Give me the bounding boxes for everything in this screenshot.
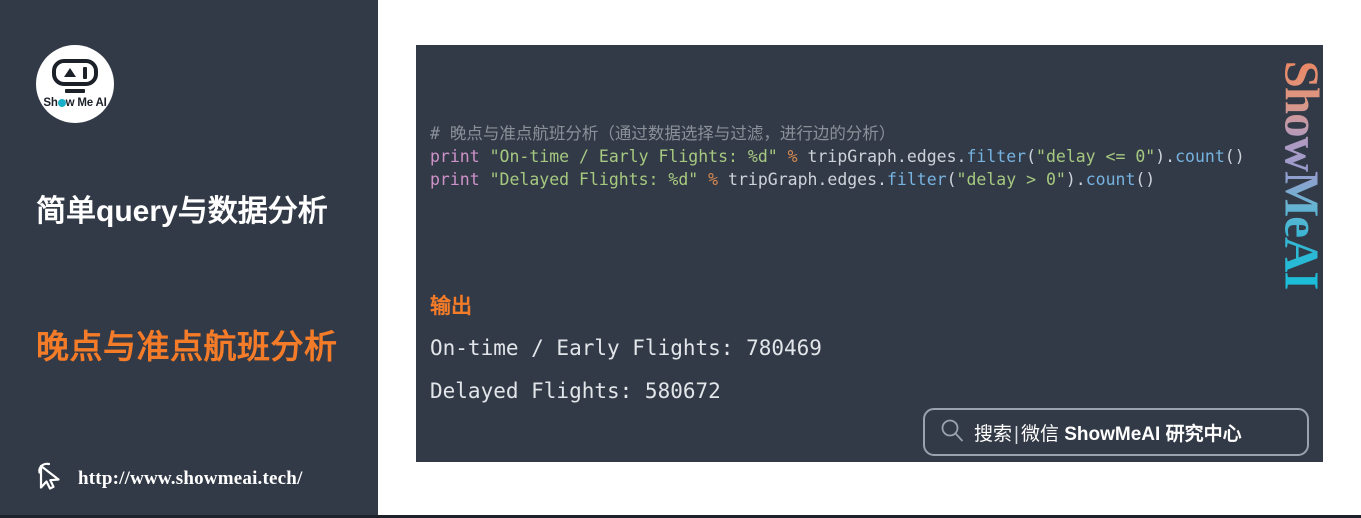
code-object-1: tripGraph.edges. — [797, 146, 967, 166]
search-channel: 微信 — [1020, 423, 1059, 445]
sidebar-panel: Sh w Me AI 简单query与数据分析 晚点与准点航班分析 http://… — [0, 0, 378, 515]
code-paren-open-1: ( — [1026, 146, 1037, 166]
code-fn-count-1: count — [1175, 146, 1225, 166]
logo-brand-text-before: Sh — [43, 97, 58, 109]
slide-canvas: Sh w Me AI 简单query与数据分析 晚点与准点航班分析 http://… — [0, 0, 1361, 518]
logo-circle: Sh w Me AI — [36, 45, 114, 123]
brand-watermark: ShowMeAI — [1279, 45, 1323, 305]
code-comment-line: # 晚点与准点航班分析（通过数据选择与过滤，进行边的分析） — [430, 123, 896, 143]
code-keyword-print-2: print — [430, 169, 480, 189]
code-fn-filter-1: filter — [966, 146, 1027, 166]
code-paren-close-1: ). — [1155, 146, 1176, 166]
robot-stand-icon — [65, 89, 85, 93]
output-line-delayed: Delayed Flights: 580672 — [430, 379, 721, 403]
code-panel: # 晚点与准点航班分析（通过数据选择与过滤，进行边的分析） print "On-… — [416, 45, 1323, 462]
brand-watermark-text: ShowMeAI — [1279, 61, 1323, 290]
output-line-on-time: On-time / Early Flights: 780469 — [430, 336, 822, 360]
footer-url-row: http://www.showmeai.tech/ — [36, 460, 303, 497]
logo-brand-text: Sh w Me AI — [36, 96, 114, 110]
search-icon — [939, 417, 965, 448]
code-arg-2: "delay > 0" — [956, 169, 1066, 189]
code-operator-2: % — [708, 169, 719, 189]
code-paren-open-2: ( — [946, 169, 957, 189]
search-prefix: 搜索 — [974, 423, 1013, 445]
robot-face-icon — [52, 59, 98, 86]
search-bar-label: 搜索 | 微信 ShowMeAI 研究中心 — [974, 419, 1242, 446]
brand-logo: Sh w Me AI — [36, 45, 114, 123]
code-fn-filter-2: filter — [887, 169, 947, 189]
logo-glyph-a-icon — [63, 68, 76, 77]
code-tail-2: () — [1135, 169, 1156, 189]
code-tail-1: () — [1224, 146, 1245, 166]
code-string-1: "On-time / Early Flights: %d" — [489, 146, 778, 166]
code-paren-close-2: ). — [1065, 169, 1086, 189]
logo-brand-text-after: w Me AI — [65, 97, 107, 109]
wechat-search-bar[interactable]: 搜索 | 微信 ShowMeAI 研究中心 — [923, 408, 1309, 456]
code-arg-1: "delay <= 0" — [1036, 146, 1156, 166]
search-separator: | — [1014, 423, 1019, 445]
footer-url-text[interactable]: http://www.showmeai.tech/ — [78, 468, 303, 490]
output-section-label: 输出 — [430, 295, 472, 318]
cursor-arrow-icon — [36, 460, 66, 497]
search-suffix: 研究中心 — [1165, 423, 1242, 445]
code-keyword-print-1: print — [430, 146, 480, 166]
code-fn-count-2: count — [1085, 169, 1136, 189]
code-string-2: "Delayed Flights: %d" — [489, 169, 699, 189]
logo-o-dot-icon — [57, 99, 66, 107]
search-brand: ShowMeAI — [1064, 423, 1161, 445]
logo-glyph-i-icon — [82, 66, 87, 79]
code-operator-1: % — [787, 146, 798, 166]
sidebar-subheading: 晚点与准点航班分析 — [36, 328, 338, 365]
sidebar-heading: 简单query与数据分析 — [36, 195, 328, 228]
code-object-2: tripGraph.edges. — [718, 169, 887, 189]
code-listing: # 晚点与准点航班分析（通过数据选择与过滤，进行边的分析） print "On-… — [430, 122, 1245, 191]
